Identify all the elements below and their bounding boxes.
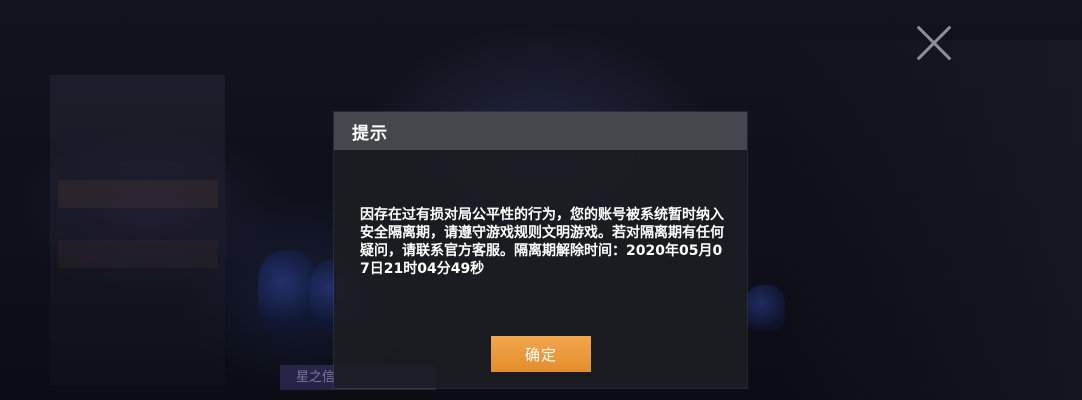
dialog-message: 因存在过有损对局公平性的行为，您的账号被系统暂时纳入安全隔离期，请遵守游戏规则文…	[360, 207, 724, 277]
background-helmet-image	[745, 285, 785, 330]
background-backpack-image	[258, 250, 318, 330]
background-left-panel	[50, 75, 225, 385]
background-right-panel	[780, 40, 1082, 400]
dialog-header: 提示	[334, 112, 747, 150]
background-left-item	[58, 240, 218, 268]
notice-dialog: 提示 因存在过有损对局公平性的行为，您的账号被系统暂时纳入安全隔离期，请遵守游戏…	[334, 112, 747, 388]
confirm-button[interactable]: 确定	[491, 336, 591, 372]
close-icon[interactable]	[915, 24, 953, 62]
dialog-title: 提示	[352, 123, 388, 144]
background-left-item	[58, 180, 218, 208]
